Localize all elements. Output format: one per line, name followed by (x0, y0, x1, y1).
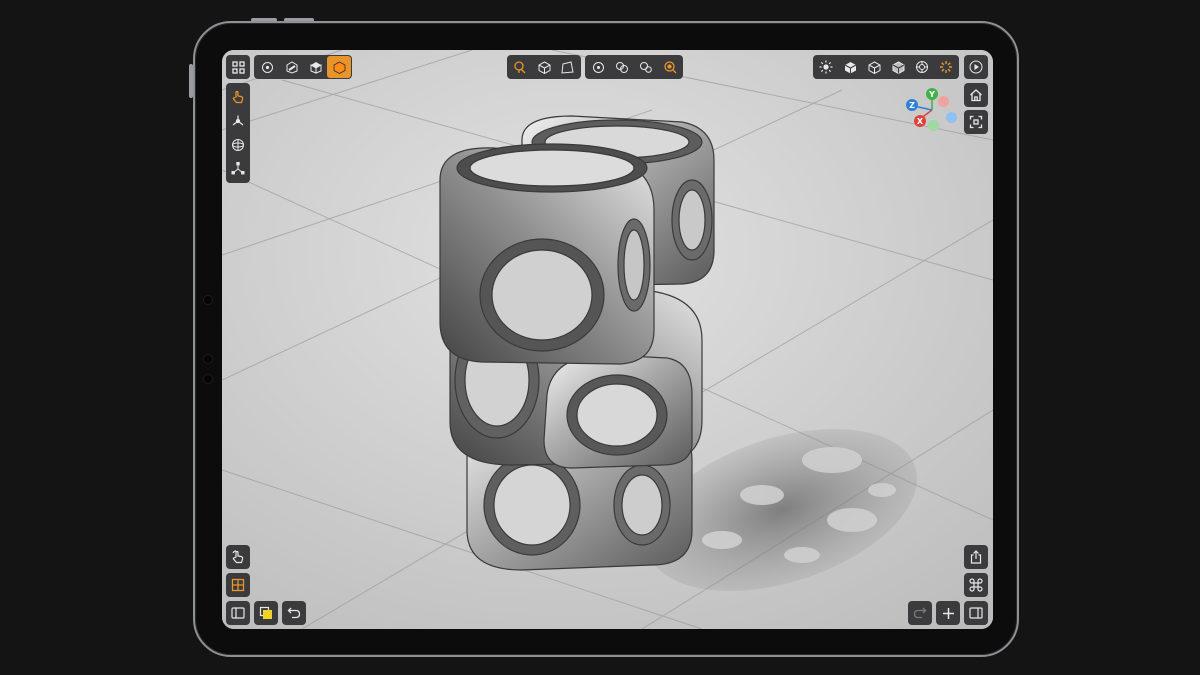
solid-shading-icon (844, 61, 856, 73)
rotate-button[interactable] (226, 133, 250, 157)
grid-snap-icon (231, 578, 245, 592)
axis-y-orb[interactable]: Y (926, 88, 938, 100)
play-icon (969, 60, 983, 74)
snap-icon (664, 61, 677, 74)
shading-toolbar (813, 55, 959, 79)
share-button[interactable] (964, 545, 988, 569)
panel-toggle-icon (969, 607, 983, 619)
transform-toolbar (507, 55, 581, 79)
material-shading-button[interactable] (886, 56, 910, 78)
snap-toolbar (585, 55, 683, 79)
loading-button[interactable] (934, 56, 958, 78)
camera-dot-1 (203, 295, 213, 305)
frame-selection-icon (969, 115, 983, 129)
pivot-icon (592, 61, 604, 73)
lighting-button[interactable] (814, 56, 838, 78)
play-button[interactable] (964, 55, 988, 79)
grid-snap-button[interactable] (226, 573, 250, 597)
undo-button[interactable] (282, 601, 306, 625)
app-screen: Y X Z (222, 50, 993, 629)
object-mode-button[interactable] (327, 56, 351, 78)
panel-toggle-button[interactable] (964, 601, 988, 625)
lasso-select-button[interactable] (556, 56, 580, 78)
axis-neg-x-orb[interactable] (938, 96, 949, 107)
symmetry-button[interactable] (610, 56, 634, 78)
box-select-button[interactable] (532, 56, 556, 78)
transform-gizmo-button[interactable] (508, 56, 532, 78)
vertex-mode-button[interactable] (255, 56, 279, 78)
gesture-icon (232, 550, 244, 564)
touch-tool-button[interactable] (226, 85, 250, 109)
camera-dot-2 (203, 354, 213, 364)
redo-icon (913, 607, 927, 619)
gesture-button[interactable] (226, 545, 250, 569)
face-mode-button[interactable] (303, 56, 327, 78)
layers-button[interactable] (254, 601, 278, 625)
grid-menu-icon (231, 60, 245, 74)
tool-toolbar (226, 83, 250, 183)
solid-shading-button[interactable] (838, 56, 862, 78)
home-view-icon (970, 89, 982, 102)
touch-tool-icon (232, 90, 244, 104)
move-button[interactable] (226, 109, 250, 133)
add-button[interactable] (936, 601, 960, 625)
axis-gizmo[interactable]: Y X Z (906, 86, 962, 142)
transform-gizmo-icon (514, 61, 526, 74)
axis-x-orb[interactable]: X (914, 115, 926, 127)
layers-icon (259, 606, 272, 619)
vertex-mode-icon (261, 61, 273, 73)
lasso-select-icon (561, 60, 574, 74)
sidebar-toggle-icon (231, 607, 245, 619)
boolean-button[interactable] (634, 56, 658, 78)
edge-mode-icon (286, 60, 297, 74)
frame-selection-button[interactable] (964, 110, 988, 134)
camera-dot-3 (203, 374, 213, 384)
axis-neg-y-orb[interactable] (928, 120, 939, 131)
loading-icon (940, 61, 952, 73)
object-mode-icon (333, 61, 345, 74)
axis-z-orb[interactable]: Z (906, 99, 918, 111)
snap-button[interactable] (658, 56, 682, 78)
share-icon (970, 550, 982, 564)
scale-button[interactable] (226, 157, 250, 181)
selection-mode-toolbar (254, 55, 352, 79)
boolean-icon (640, 61, 652, 73)
wireframe-shading-button[interactable] (862, 56, 886, 78)
face-mode-icon (310, 61, 321, 74)
move-axes-icon (232, 115, 244, 126)
command-button[interactable] (964, 573, 988, 597)
grid-menu-button[interactable] (226, 55, 250, 79)
material-shading-icon (892, 60, 904, 74)
rotate-icon (232, 139, 244, 151)
home-view-button[interactable] (964, 83, 988, 107)
render-shading-button[interactable] (910, 56, 934, 78)
edge-mode-button[interactable] (279, 56, 303, 78)
axis-neg-z-orb[interactable] (946, 112, 957, 123)
pivot-button[interactable] (586, 56, 610, 78)
box-select-icon (538, 60, 550, 74)
undo-icon (287, 607, 301, 619)
symmetry-icon (616, 61, 628, 73)
lighting-icon (819, 60, 833, 74)
add-icon (942, 607, 954, 619)
render-shading-icon (916, 61, 928, 73)
scale-axes-icon (231, 162, 245, 175)
lattice-model (439, 115, 715, 571)
redo-button[interactable] (908, 601, 932, 625)
sidebar-toggle-button[interactable] (226, 601, 250, 625)
command-icon (969, 578, 983, 592)
wireframe-shading-icon (868, 60, 880, 74)
3d-viewport[interactable] (222, 50, 993, 629)
